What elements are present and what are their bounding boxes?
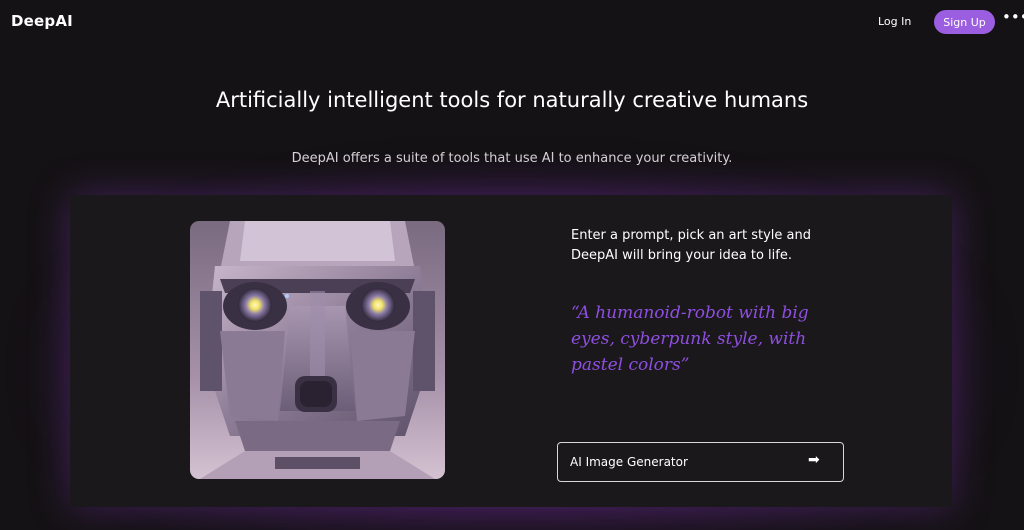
- login-link[interactable]: Log In: [878, 15, 911, 28]
- ai-image-generator-label: AI Image Generator: [570, 455, 688, 469]
- robot-image: [190, 221, 445, 479]
- logo[interactable]: DeepAI: [11, 12, 73, 30]
- page-headline: Artificially intelligent tools for natur…: [215, 88, 809, 112]
- feature-description: Enter a prompt, pick an art style and De…: [571, 228, 811, 263]
- page-subheadline: DeepAI offers a suite of tools that use …: [291, 151, 733, 166]
- robot-illustration: [190, 221, 445, 479]
- top-navigation: DeepAI Log In Sign Up •••: [0, 0, 1024, 44]
- arrow-right-icon: ➡: [808, 452, 820, 468]
- more-menu-icon[interactable]: •••: [1002, 8, 1024, 26]
- example-prompt: “A humanoid-robot with big eyes, cyberpu…: [571, 303, 809, 375]
- signup-button[interactable]: Sign Up: [934, 10, 995, 34]
- ai-image-generator-button[interactable]: AI Image Generator ➡: [557, 442, 844, 482]
